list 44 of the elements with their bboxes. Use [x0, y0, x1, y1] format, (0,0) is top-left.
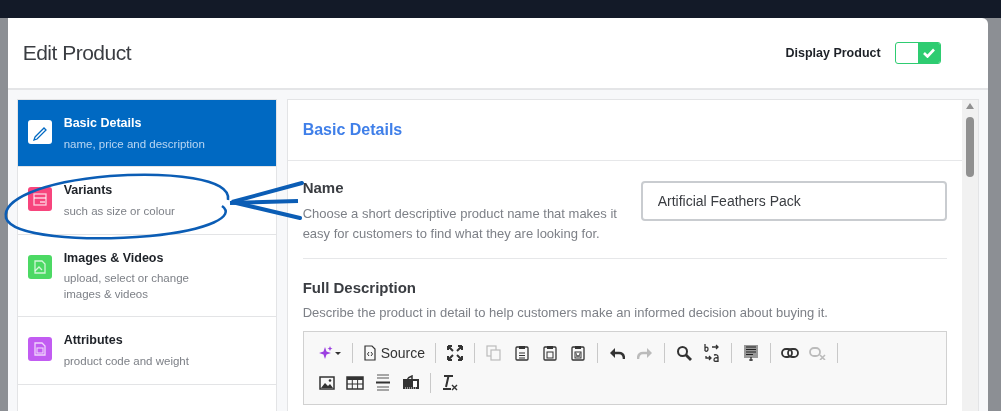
item-subtitle: name, price and description — [63, 136, 205, 152]
item-title: Basic Details — [63, 115, 143, 132]
item-title: Images & Videos — [63, 249, 165, 267]
sidebar-item[interactable]: Attributes product code and weight — [17, 317, 276, 385]
scroll-up-icon[interactable] — [965, 103, 974, 109]
image-icon — [318, 376, 335, 391]
name-input[interactable]: Artificial Feathers Pack — [640, 181, 947, 221]
redo-icon — [637, 346, 653, 361]
item-subtitle: such as size or colour — [63, 204, 175, 219]
sidebar-item[interactable]: Basic Details name, price and description — [17, 100, 276, 168]
help-text: Describe the product in detail to help customers make an informed decision about buying it. — [302, 304, 829, 323]
item-subtitle: product code and weight — [63, 354, 189, 370]
scrollbar-thumb[interactable] — [965, 117, 974, 177]
copy-icon — [486, 345, 502, 362]
modal-title: Edit Product — [22, 40, 132, 66]
maximize-icon — [447, 345, 463, 362]
toggle-label: Display Product — [785, 44, 881, 62]
table-icon — [345, 376, 364, 391]
link-icon — [781, 347, 799, 360]
search-icon — [676, 345, 692, 362]
section-heading: Basic Details — [287, 100, 962, 161]
text-block-icon — [743, 344, 759, 363]
display-toggle[interactable] — [894, 42, 941, 64]
help-text: Choose a short descriptive product name that makes it easy for customers to find what they are looking for. — [302, 204, 618, 243]
sidebar-item[interactable]: Images & Videos upload, select or change images & videos — [17, 234, 276, 318]
check-icon — [922, 48, 935, 58]
clear-format-icon — [440, 374, 459, 393]
clipboard-icon — [514, 345, 530, 362]
clipboard-icon — [542, 345, 558, 362]
replace-icon — [703, 343, 721, 364]
unlink-icon — [809, 346, 827, 361]
source-button[interactable]: Source — [358, 340, 429, 367]
source-icon — [362, 345, 377, 362]
field-label: Name — [302, 178, 345, 198]
horizontal-line-icon — [374, 374, 391, 393]
media-icon — [401, 375, 420, 392]
sidebar-item[interactable]: Variants such as size or colour — [17, 167, 276, 235]
field-label: Full Description — [302, 277, 417, 298]
item-title: Attributes — [63, 332, 124, 350]
scrollbar[interactable] — [961, 100, 978, 411]
item-subtitle: upload, select or change images & videos — [63, 271, 190, 302]
item-title: Variants — [63, 182, 114, 200]
clipboard-icon — [570, 345, 586, 362]
undo-icon — [609, 346, 625, 361]
